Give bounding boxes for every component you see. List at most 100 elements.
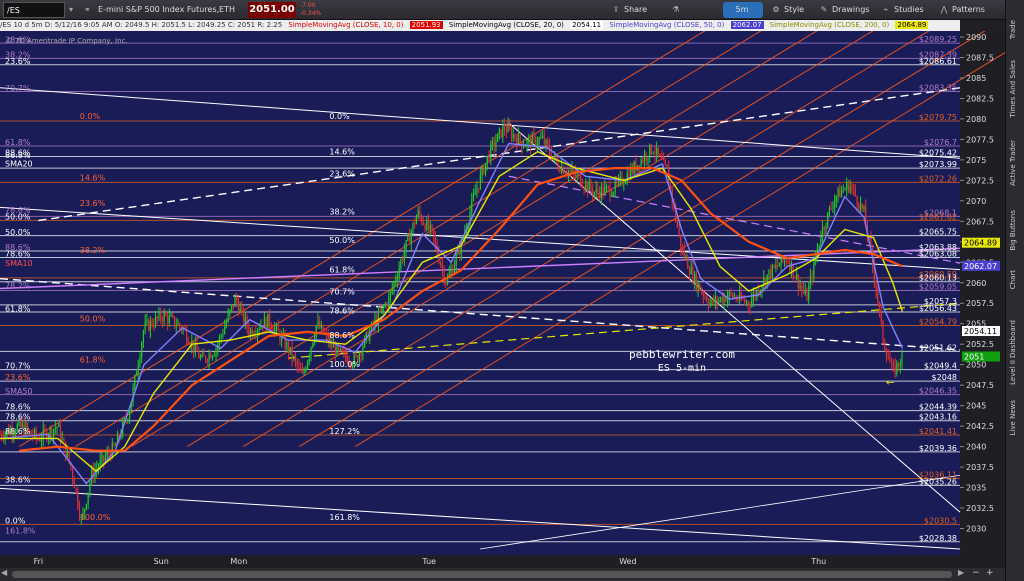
candle-body — [139, 356, 141, 366]
candle-body — [730, 291, 732, 294]
candle-body — [303, 370, 305, 374]
candle-body — [592, 189, 594, 195]
candle-body — [365, 332, 367, 337]
scroll-thumb[interactable] — [12, 571, 952, 578]
sidebar-tab-chart[interactable]: Chart — [1009, 270, 1017, 289]
sidebar-tab-times-and-sales[interactable]: Times And Sales — [1009, 60, 1017, 118]
candle-body — [90, 469, 93, 483]
candle-body — [393, 282, 395, 289]
scroll-right-icon[interactable]: ▶ — [958, 568, 964, 577]
price-level-label: $2060.13 — [919, 274, 957, 283]
candle-body — [379, 311, 381, 313]
candle-body — [700, 290, 703, 293]
candle-body — [723, 297, 725, 303]
candle-body — [165, 312, 167, 316]
sidebar-tab-level-ii[interactable]: Level II — [1009, 360, 1017, 385]
sidebar-tab-dashboard[interactable]: Dashboard — [1009, 320, 1017, 358]
link-icon[interactable]: ⚭ — [84, 2, 94, 18]
sma200-label: SimpleMovingAvg (CLOSE, 200, 0) — [769, 21, 890, 29]
candle-body — [757, 289, 760, 295]
candle-body — [687, 257, 689, 270]
drawings-button[interactable]: ✎ Drawings — [816, 2, 873, 18]
sidebar-tab-active-trader[interactable]: Active Trader — [1009, 140, 1017, 186]
candle-body — [894, 365, 896, 374]
sidebar-tab-big-buttons[interactable]: Big Buttons — [1009, 210, 1017, 251]
patterns-button[interactable]: ⋀ Patterns — [936, 2, 989, 18]
share-button[interactable]: ⇪ Share — [608, 2, 651, 18]
candle-body — [144, 322, 146, 332]
candle-body — [716, 296, 718, 303]
candle-body — [770, 269, 772, 278]
candle-body — [751, 299, 753, 307]
left-level-label: 50.0% — [5, 228, 31, 237]
price-chart[interactable]: $2089.25$2087.39$2086.61$2083.35$2079.75… — [0, 31, 1005, 568]
price-level-label: $2054.79 — [919, 317, 957, 326]
plot-background — [0, 31, 960, 555]
price-level-label: $2083.35 — [919, 83, 957, 92]
candle-body — [172, 315, 174, 317]
fib-level-label: 161.8% — [329, 513, 360, 522]
sma20-value: 2054.11 — [570, 21, 604, 29]
study-legend-bar: /ES 10 d 5m D: 5/12/16 9:05 AM O: 2049.5… — [0, 20, 960, 31]
candle-body — [237, 302, 240, 313]
candle-body — [459, 248, 461, 255]
candle-body — [861, 203, 863, 209]
candle-body — [495, 141, 497, 148]
candle-body — [778, 265, 780, 267]
flask-button[interactable]: ⚗ — [668, 2, 688, 18]
candle-body — [59, 424, 62, 440]
candle-body — [484, 163, 487, 174]
y-tick-label: 2090 — [966, 33, 986, 42]
candle-body — [719, 297, 722, 300]
y-tick-label: 2030 — [966, 525, 986, 534]
symbol-input[interactable]: /ES — [3, 2, 65, 18]
horizontal-scrollbar[interactable]: ◀ ▶ − + — [0, 568, 1005, 581]
price-level-label: $2079.75 — [919, 113, 957, 122]
candle-body — [586, 182, 589, 191]
price-level-label: $2035.26 — [919, 477, 957, 486]
price-tag-label: 2062.07 — [964, 262, 997, 271]
price-level-label: $2043.16 — [919, 413, 957, 422]
candle-body — [842, 189, 844, 191]
candle-body — [322, 325, 324, 334]
net-change: -7.00 — [300, 2, 316, 9]
candle-body — [844, 188, 846, 190]
sidebar-tab-trade[interactable]: Trade — [1009, 20, 1017, 39]
candle-body — [745, 301, 748, 303]
scroll-left-icon[interactable]: ◀ — [1, 568, 7, 577]
timeframe-button[interactable]: 5m — [723, 2, 763, 18]
studies-button[interactable]: ⌁ Studies — [878, 2, 928, 18]
candle-body — [699, 283, 701, 291]
share-label: Share — [624, 5, 648, 14]
sidebar-tab-live-news[interactable]: Live News — [1009, 400, 1017, 435]
zoom-in-icon[interactable]: + — [986, 568, 994, 578]
candle-body — [830, 208, 832, 210]
candle-body — [305, 368, 307, 371]
candle-body — [258, 329, 260, 331]
price-tag-label: 2054.11 — [964, 327, 997, 336]
candle-body — [77, 490, 79, 507]
candle-body — [821, 227, 824, 238]
style-icon: ⚙ — [772, 5, 780, 14]
share-icon: ⇪ — [612, 5, 620, 14]
symbol-dropdown-icon[interactable]: ▾ — [69, 2, 79, 18]
x-axis-label: Fri — [34, 557, 44, 566]
style-button[interactable]: ⚙ Style — [768, 2, 808, 18]
candle-body — [491, 141, 494, 144]
candle-body — [481, 166, 483, 175]
zoom-out-icon[interactable]: − — [972, 568, 980, 578]
candle-body — [331, 340, 333, 348]
candle-body — [683, 249, 685, 258]
left-level-label: SMA50 — [5, 387, 33, 396]
price-level-label: $2039.36 — [919, 444, 957, 453]
candle-body — [187, 341, 189, 345]
price-level-label: $2072.26 — [919, 174, 957, 183]
candle-body — [440, 262, 442, 266]
candle-body — [208, 353, 210, 362]
candle-body — [332, 345, 335, 348]
candle-body — [306, 361, 309, 369]
candle-body — [733, 296, 735, 298]
drawings-label: Drawings — [832, 5, 870, 14]
candle-body — [891, 362, 893, 364]
candle-body — [135, 374, 138, 376]
